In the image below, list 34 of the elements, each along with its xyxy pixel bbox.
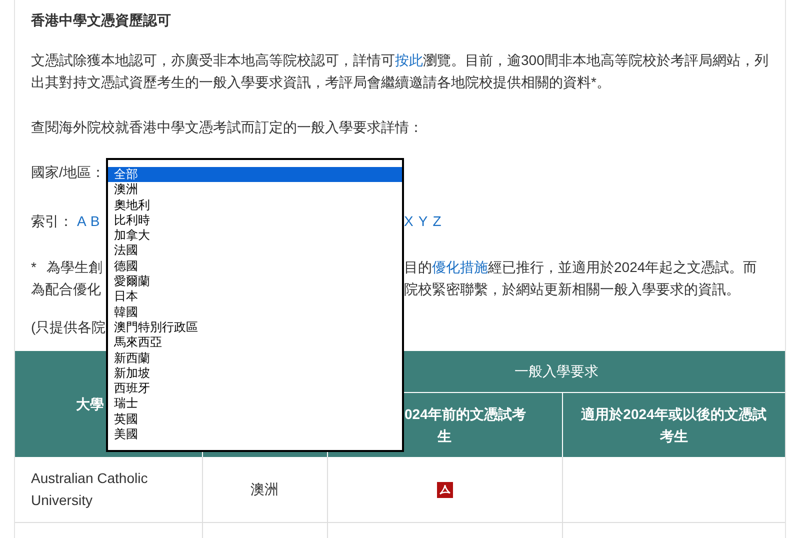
dropdown-option[interactable]: 奧地利 — [108, 198, 402, 213]
dropdown-option[interactable]: 德國 — [108, 258, 402, 274]
country-label: 國家/地區： — [31, 163, 105, 182]
header-cell: 適用於2024年或以後的文憑試考生 — [562, 392, 785, 457]
pdf-icon[interactable] — [436, 482, 452, 498]
footnote-text: 為學生創 — [46, 258, 102, 277]
footnote-text: 為配合優化 — [31, 280, 101, 299]
index-letter[interactable]: A — [77, 210, 86, 232]
footnote-mark: * — [31, 258, 36, 277]
index-letter[interactable]: Y — [418, 210, 428, 232]
table-cell: 澳洲 — [202, 457, 327, 522]
link[interactable]: 優化措施 — [432, 259, 488, 275]
dropdown-option[interactable]: 愛爾蘭 — [108, 274, 402, 290]
link[interactable]: 按此 — [395, 52, 423, 68]
intro-text: 查閱海外院校就香港中學文憑考試而訂定的一般入學要求詳情： — [31, 118, 424, 137]
dropdown-option[interactable]: 澳門特別行政區 — [108, 320, 402, 336]
dropdown-option[interactable]: 澳洲 — [108, 182, 402, 198]
dropdown-option[interactable]: 馬來西亞 — [108, 335, 402, 351]
note-text: (只提供各院 — [31, 318, 106, 337]
dropdown-option[interactable]: 加拿大 — [108, 228, 402, 244]
dropdown-option[interactable]: 日本 — [108, 289, 402, 305]
dropdown-option[interactable]: 法國 — [108, 243, 402, 259]
paragraph: 文憑試除獲本地認可，亦廣受非本地高等院校認可，詳情可按此瀏覽。目前，逾300間非本地高等院校於考評局網站，列出其對持文憑試資歷考生的一般入學要求資訊，考評局會繼續邀請各地院校提供相關的資料*。 — [31, 51, 770, 92]
table-cell: Australian Catholic University — [15, 457, 202, 522]
index-letter[interactable]: X — [404, 210, 414, 232]
dropdown-option[interactable]: 全部 — [108, 167, 402, 182]
section-title: 香港中學文憑資歷認可 — [31, 11, 172, 30]
index-letter[interactable]: Z — [432, 210, 442, 232]
footnote-text: 目的優化措施經已推行，並適用於2024年起之文憑試。而 — [404, 258, 758, 277]
dropdown-option[interactable]: 韓國 — [108, 304, 402, 320]
footnote-text: 院校緊密聯繫，於網站更新相關一般入學要求的資訊。 — [404, 280, 740, 299]
index-label: 索引： — [31, 212, 73, 231]
index-letter[interactable]: B — [90, 210, 100, 232]
dropdown-option[interactable]: 比利時 — [108, 212, 402, 228]
